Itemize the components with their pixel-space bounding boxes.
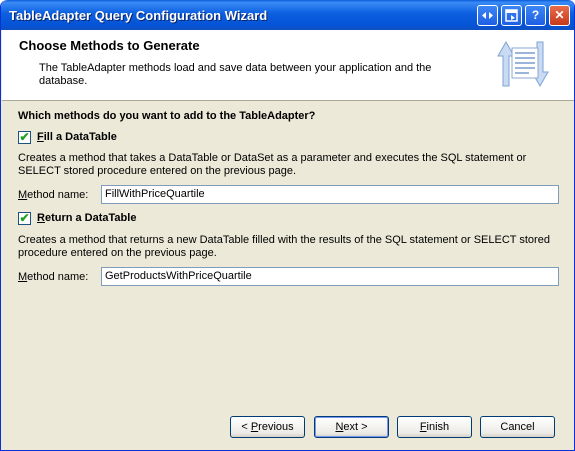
close-icon[interactable]: ✕	[549, 5, 570, 26]
page-title: Choose Methods to Generate	[19, 38, 200, 53]
help-glyph: ?	[531, 8, 540, 22]
page-description: The TableAdapter methods load and save d…	[39, 62, 432, 87]
return-datatable-checkbox[interactable]: ✔	[18, 211, 31, 225]
window-title: TableAdapter Query Configuration Wizard	[9, 8, 268, 23]
return-method-name-input[interactable]: GetProductsWithPriceQuartile	[101, 267, 559, 286]
return-method-name-label: Method name:	[18, 271, 88, 283]
fill-datatable-label[interactable]: Fill a DataTable	[37, 131, 117, 143]
previous-arrow: <	[241, 421, 251, 433]
fill-label-text: ill a DataTable	[43, 131, 117, 143]
return-datatable-description: Creates a method that returns a new Data…	[18, 234, 550, 259]
fill-method-name-input[interactable]: FillWithPriceQuartile	[101, 185, 559, 204]
return-label-text: eturn a DataTable	[44, 212, 137, 224]
return-access-key: R	[37, 212, 45, 224]
return-method-label-text: ethod name:	[27, 271, 89, 283]
finish-access-key: F	[419, 421, 427, 433]
return-datatable-option[interactable]: ✔ Return a DataTable	[18, 211, 136, 225]
restore-icon[interactable]	[501, 5, 522, 26]
wizard-window: TableAdapter Query Configuration Wizard …	[0, 0, 575, 451]
fill-method-label-text: ethod name:	[27, 189, 89, 201]
previous-button[interactable]: < Previous	[230, 416, 305, 438]
finish-label: inish	[426, 421, 450, 433]
next-button[interactable]: Next >	[314, 416, 389, 438]
back-forward-icon[interactable]	[477, 5, 498, 26]
wizard-header: Choose Methods to Generate The TableAdap…	[2, 30, 574, 101]
fill-datatable-option[interactable]: ✔ Fill a DataTable	[18, 130, 117, 144]
fill-datatable-description: Creates a method that takes a DataTable …	[18, 152, 527, 177]
return-method-access-key: M	[18, 271, 28, 283]
cancel-button[interactable]: Cancel	[480, 416, 555, 438]
fill-datatable-checkbox[interactable]: ✔	[18, 130, 31, 144]
finish-button[interactable]: Finish	[397, 416, 472, 438]
close-glyph: ✕	[554, 8, 565, 22]
return-datatable-label[interactable]: Return a DataTable	[37, 212, 136, 224]
methods-question: Which methods do you want to add to the …	[18, 110, 316, 122]
fill-method-name-label: Method name:	[18, 189, 88, 201]
database-sync-icon	[497, 40, 549, 88]
previous-label: revious	[258, 421, 294, 433]
next-label: ext >	[343, 421, 368, 433]
fill-access-key: F	[37, 131, 44, 143]
help-icon[interactable]: ?	[525, 5, 546, 26]
title-bar[interactable]: TableAdapter Query Configuration Wizard …	[1, 0, 574, 30]
fill-method-access-key: M	[18, 189, 28, 201]
